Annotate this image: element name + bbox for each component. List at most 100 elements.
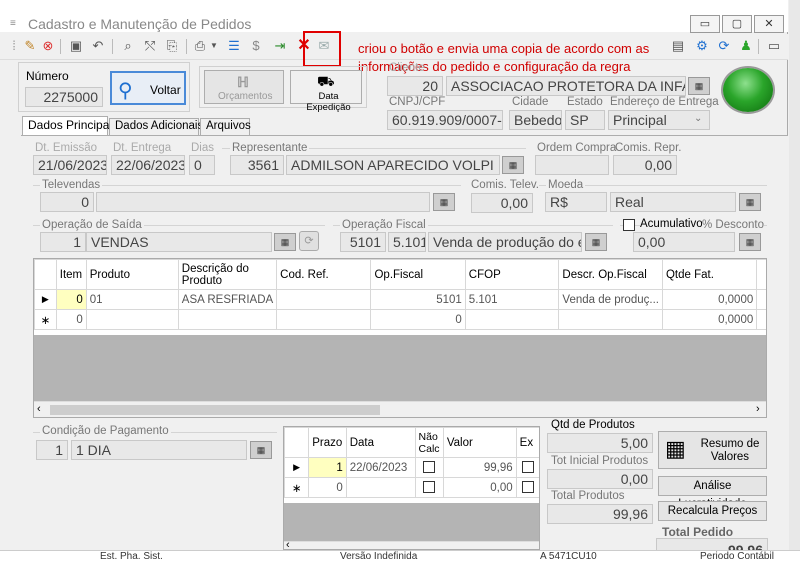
televendas-lookup-icon[interactable]: ▦ [433, 193, 455, 211]
dt-emissao-field[interactable]: 21/06/2023 [33, 155, 107, 175]
cliente-lookup-icon[interactable]: ▦ [688, 77, 710, 95]
operacao-fiscal-lookup-icon[interactable]: ▦ [585, 233, 607, 251]
dt-entrega-field[interactable]: 22/06/2023 [111, 155, 185, 175]
prazo-scrollbar[interactable]: ‹ [284, 539, 539, 549]
tab-dados-adicionais[interactable]: Dados Adicionais [109, 118, 203, 135]
tab-arquivos[interactable]: Arquivos [200, 118, 251, 135]
recalcula-precos-button[interactable]: Recalcula Preços [658, 501, 767, 521]
pagamento-name-field[interactable]: 1 DIA [71, 440, 247, 460]
minimize-button[interactable]: ▭ [690, 15, 720, 33]
scroll-left-icon[interactable]: ‹ [37, 403, 41, 415]
cell-prazo[interactable]: 0 [308, 477, 347, 498]
table-row[interactable]: ▶ 0 01 ASA RESFRIADA 5101 5.101 Venda de… [34, 289, 766, 310]
desconto-calc-icon[interactable]: ▦ [739, 233, 761, 251]
col-data[interactable]: Data [345, 427, 416, 458]
pagamento-code-field[interactable]: 1 [36, 440, 68, 460]
edit-icon[interactable]: ✎ [22, 38, 38, 54]
cell-item[interactable]: 0 [55, 309, 87, 330]
dias-field[interactable]: 0 [189, 155, 215, 175]
col-produto[interactable]: Produto [85, 259, 179, 290]
numero-field[interactable]: 2275000 [25, 87, 103, 107]
cliente-name-field[interactable]: ASSOCIACAO PROTETORA DA INFANC [446, 76, 686, 96]
col-nao-calc[interactable]: Não Calc [414, 427, 444, 458]
scroll-right-icon[interactable]: › [756, 403, 760, 415]
comis-repr-field[interactable]: 0,00 [613, 155, 677, 175]
pagamento-lookup-icon[interactable]: ▦ [250, 441, 272, 459]
nao-calc-checkbox[interactable] [423, 481, 436, 494]
scroll-left-icon[interactable]: ‹ [286, 539, 290, 549]
operacao-saida-name-field[interactable]: VENDAS [86, 232, 272, 252]
chevron-down-icon[interactable]: ⌄ [694, 113, 702, 124]
search-icon[interactable]: ⌕ [120, 38, 136, 54]
cell-descr-op[interactable] [558, 309, 663, 330]
col-cfop[interactable]: CFOP [464, 259, 560, 290]
col-descr-op[interactable]: Descr. Op.Fiscal [558, 259, 663, 290]
operacao-saida-refresh-icon[interactable]: ⟳ [299, 231, 319, 251]
user-icon[interactable]: ♟ [738, 38, 754, 54]
menu-icon[interactable]: ▭ [766, 38, 782, 54]
cell-data[interactable]: 22/06/2023 [345, 457, 416, 478]
col-item[interactable]: Item [55, 259, 87, 290]
col-valor[interactable]: Valor [442, 427, 517, 458]
cell-prazo[interactable]: 1 [308, 457, 347, 478]
cell-valor[interactable]: 99,96 [442, 457, 517, 478]
operacao-fiscal-cfop-field[interactable]: 5.101 [388, 232, 426, 252]
undo-icon[interactable]: ↶ [90, 38, 106, 54]
ex-checkbox[interactable] [522, 481, 535, 494]
resumo-valores-button[interactable]: ▦ Resumo de Valores [658, 431, 767, 469]
col-qtde-fat[interactable]: Qtde Fat. [661, 259, 758, 290]
cliente-code-field[interactable]: 20 [387, 76, 443, 96]
cell-cfop[interactable] [464, 309, 560, 330]
cell-produto[interactable]: 01 [85, 289, 179, 310]
close-window-button[interactable]: ✕ [754, 15, 784, 33]
representante-name-field[interactable]: ADMILSON APARECIDO VOLPI [286, 155, 500, 175]
cell-cod-ref[interactable] [276, 289, 372, 310]
voltar-button[interactable]: ⚲ Voltar [110, 71, 186, 105]
moeda-lookup-icon[interactable]: ▦ [739, 193, 761, 211]
moeda-name-field[interactable]: Real [610, 192, 736, 212]
export-icon[interactable]: ⇥ [272, 38, 288, 54]
maximize-button[interactable]: ▢ [722, 15, 752, 33]
televendas-name-field[interactable] [96, 192, 430, 212]
col-ex[interactable]: Ex [515, 427, 539, 458]
cell-cfop[interactable]: 5.101 [464, 289, 560, 310]
items-horizontal-scrollbar[interactable]: ‹ › [34, 401, 766, 417]
tab-dados-principais[interactable]: Dados Principais [22, 116, 118, 136]
cidade-field[interactable]: Bebedo [509, 110, 562, 130]
operacao-saida-code-field[interactable]: 1 [40, 232, 86, 252]
televendas-code-field[interactable]: 0 [40, 192, 94, 212]
data-expedicao-button[interactable]: ⛟ Data Expedição [290, 70, 362, 113]
table-row[interactable]: ∗ 0 0 0,0000 [34, 309, 766, 330]
cell-qtde[interactable]: 0,0000 [661, 289, 758, 310]
scroll-thumb[interactable] [50, 405, 380, 415]
col-cod-ref[interactable]: Cod. Ref. [276, 259, 372, 290]
orcamentos-button[interactable]: ℍ Orçamentos [204, 70, 284, 104]
cell-item[interactable]: 0 [55, 289, 87, 310]
print-dropdown-icon[interactable]: ▼ [206, 38, 222, 54]
list-icon[interactable]: ☰ [226, 38, 242, 54]
cell-valor[interactable]: 0,00 [442, 477, 517, 498]
estado-field[interactable]: SP [565, 110, 605, 130]
col-op-fiscal[interactable]: Op.Fiscal [370, 259, 466, 290]
operacao-fiscal-code-field[interactable]: 5101 [340, 232, 386, 252]
operacao-saida-lookup-icon[interactable]: ▦ [274, 233, 296, 251]
refresh-icon[interactable]: ⟳ [716, 38, 732, 54]
table-row[interactable]: ∗ 0 0,00 [284, 477, 539, 498]
money-icon[interactable]: $ [248, 38, 264, 54]
tools-icon[interactable]: ⚙ [694, 38, 710, 54]
comis-telev-field[interactable]: 0,00 [471, 193, 533, 213]
cell-cod-ref[interactable] [276, 309, 372, 330]
window-menu-icon[interactable]: ≡ [10, 18, 20, 29]
cell-op-fiscal[interactable]: 5101 [370, 289, 466, 310]
cell-qtde[interactable]: 0,0000 [661, 309, 758, 330]
cell-descricao[interactable] [177, 309, 278, 330]
col-descricao[interactable]: Descrição do Produto [177, 259, 278, 290]
ordem-compra-field[interactable] [535, 155, 609, 175]
desconto-field[interactable]: 0,00 [633, 232, 735, 252]
cell-descricao[interactable]: ASA RESFRIADA [177, 289, 278, 310]
cnpj-field[interactable]: 60.919.909/0007-65 [387, 110, 503, 130]
split-icon[interactable]: ⤲ [142, 38, 158, 54]
cell-data[interactable] [345, 477, 416, 498]
acumulativo-checkbox[interactable] [623, 219, 635, 231]
cell-descr-op[interactable]: Venda de produç... [558, 289, 663, 310]
